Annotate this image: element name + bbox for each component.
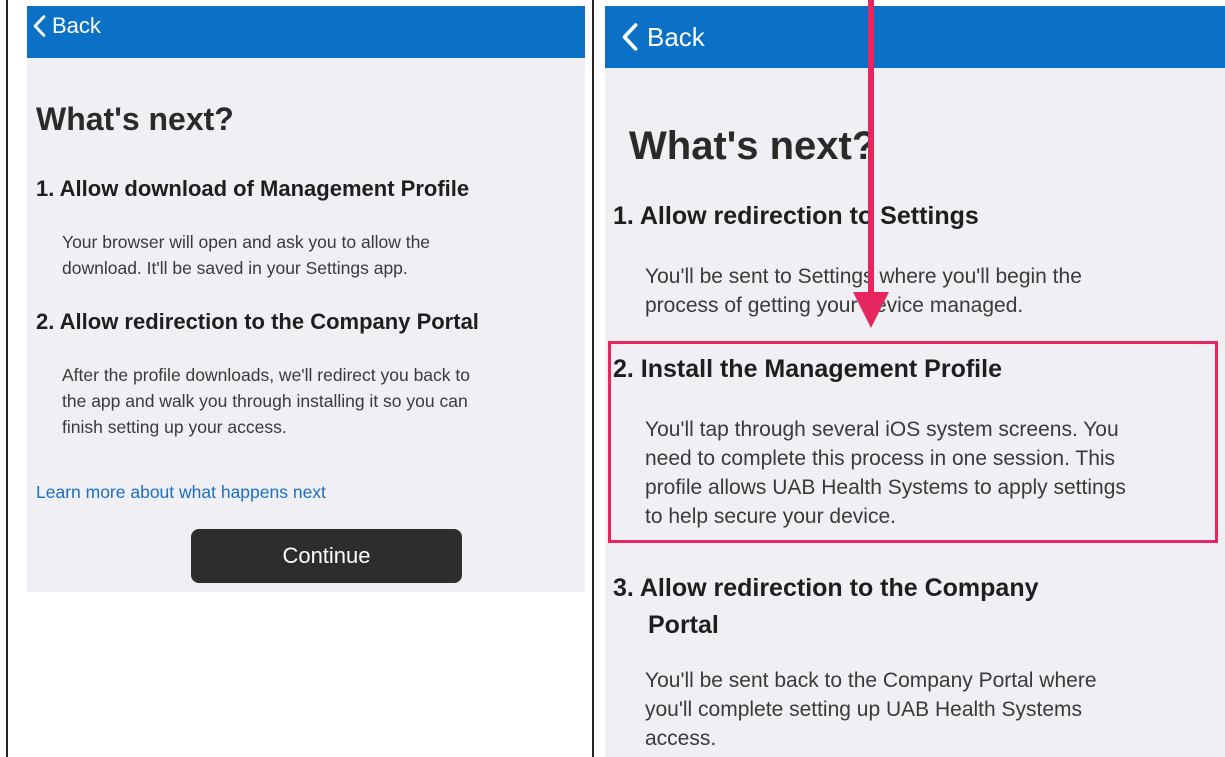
arrow-down-icon bbox=[853, 0, 889, 328]
